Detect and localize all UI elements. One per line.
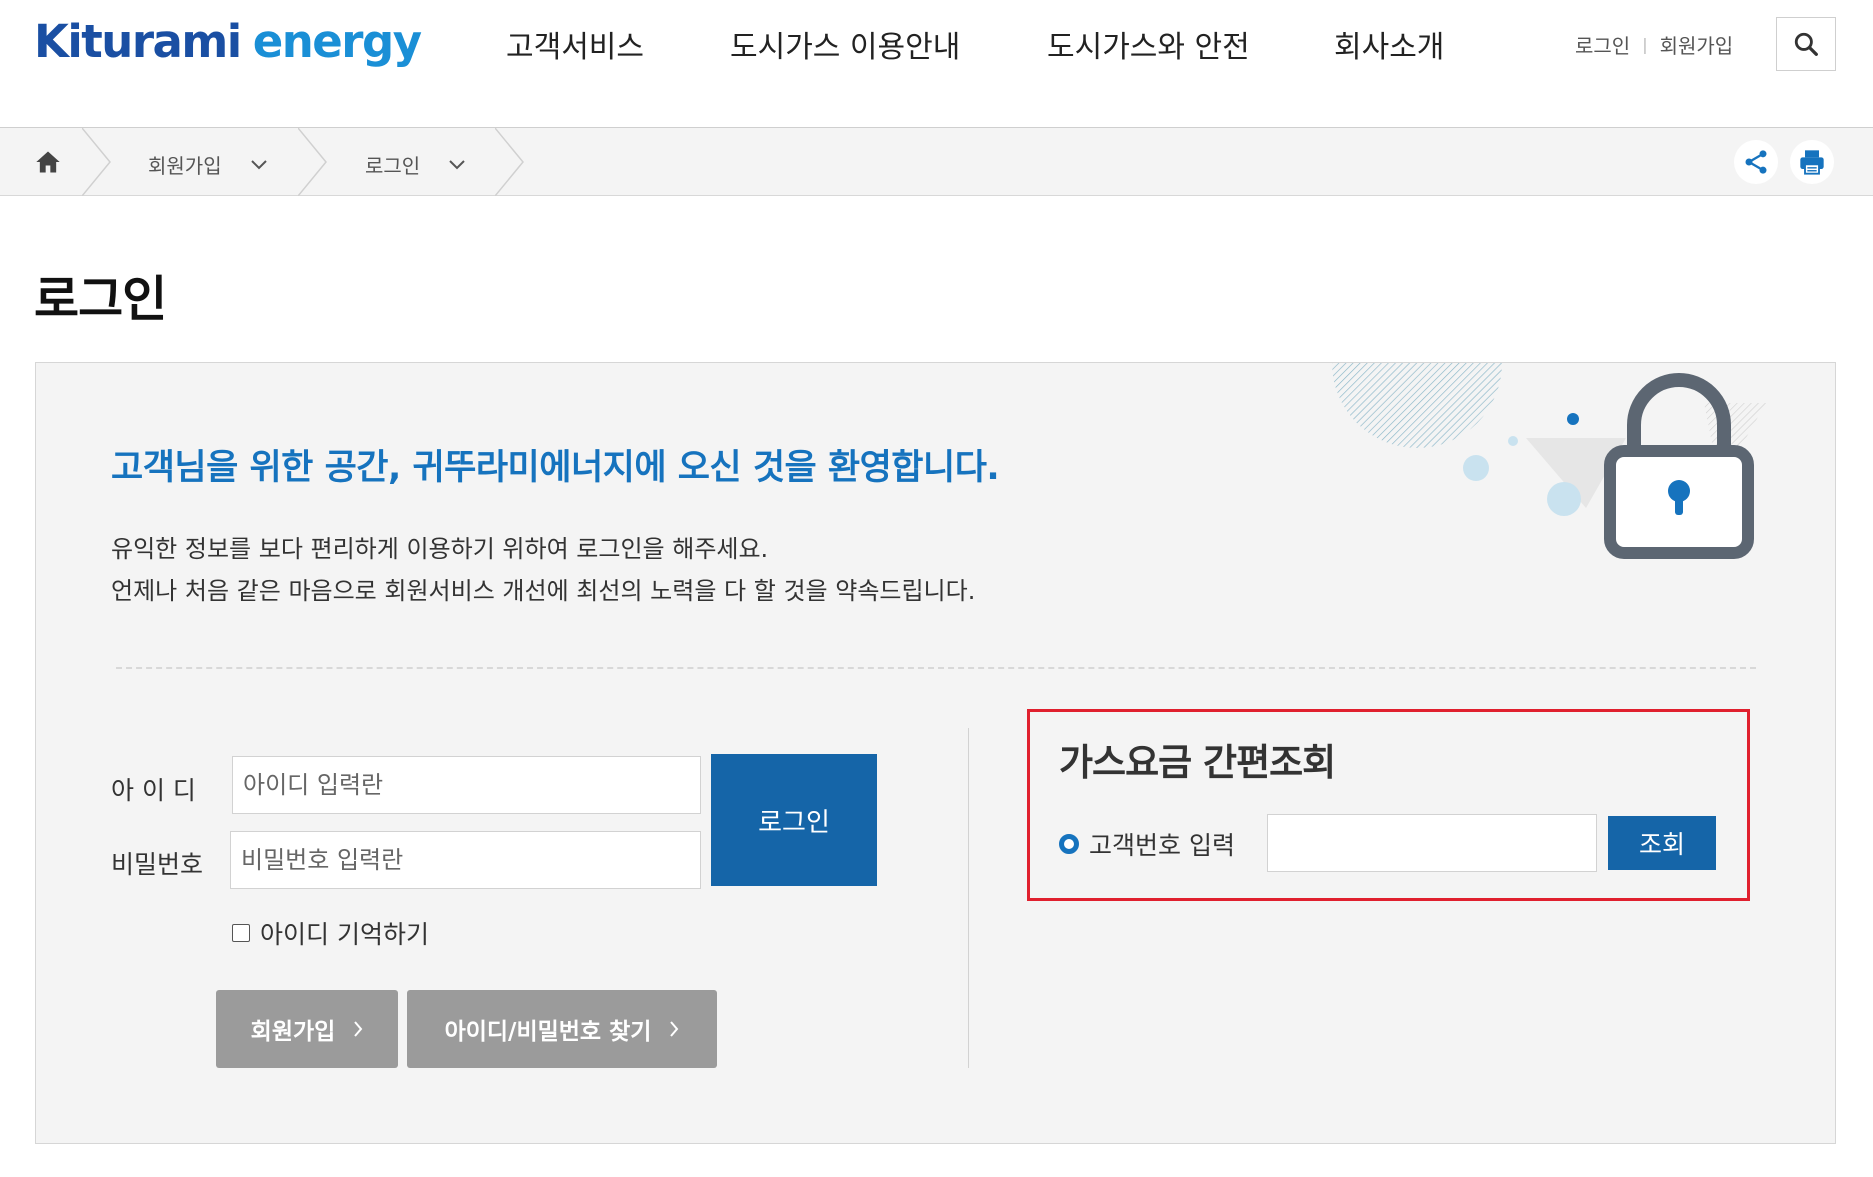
quick-lookup-title: 가스요금 간편조회: [1059, 741, 1336, 784]
chevron-right-icon: [670, 1021, 679, 1037]
breadcrumb-item-label: 로그인: [365, 154, 421, 178]
share-icon: [1745, 150, 1767, 174]
id-label: 아 이 디: [111, 776, 196, 805]
gas-bill-quick-lookup: 가스요금 간편조회 고객번호 입력 조회: [1027, 709, 1750, 901]
breadcrumb-item-login[interactable]: 로그인: [365, 150, 466, 179]
lookup-button[interactable]: 조회: [1608, 816, 1716, 870]
util-links: 로그인 | 회원가입: [1575, 30, 1733, 59]
search-icon: [1794, 32, 1818, 56]
home-icon[interactable]: [34, 148, 62, 176]
find-button-label: 아이디/비밀번호 찾기: [444, 1019, 652, 1045]
breadcrumb: 회원가입 로그인: [0, 128, 1873, 196]
page-title: 로그인: [34, 271, 167, 328]
search-button[interactable]: [1776, 17, 1836, 71]
breadcrumb-separator: [495, 128, 524, 196]
nav-item-customer-service[interactable]: 고객서비스: [506, 22, 644, 66]
checkbox-box[interactable]: [232, 924, 250, 942]
radio-selected-icon[interactable]: [1059, 834, 1079, 854]
lock-illustration: [1332, 363, 1766, 559]
divider: [116, 667, 1756, 669]
breadcrumb-item-join[interactable]: 회원가입: [148, 150, 268, 179]
util-separator: |: [1642, 35, 1648, 54]
breadcrumb-separator: [82, 128, 111, 196]
logo[interactable]: Kiturami energy: [34, 12, 422, 72]
id-input[interactable]: [232, 756, 701, 814]
remember-id-label: 아이디 기억하기: [260, 920, 429, 949]
chevron-right-icon: [354, 1021, 363, 1037]
chevron-down-icon: [250, 159, 267, 169]
print-icon: [1800, 150, 1824, 175]
share-button[interactable]: [1734, 140, 1778, 184]
util-join-link[interactable]: 회원가입: [1660, 30, 1734, 59]
find-id-password-button[interactable]: 아이디/비밀번호 찾기: [407, 990, 717, 1068]
nav-item-gas-safety[interactable]: 도시가스와 안전: [1047, 22, 1250, 66]
password-label: 비밀번호: [111, 850, 204, 879]
chevron-down-icon: [449, 159, 465, 169]
customer-number-input[interactable]: [1267, 814, 1597, 872]
site-header: Kiturami energy 고객서비스 도시가스 이용안내 도시가스와 안전…: [0, 0, 1873, 128]
remember-id-checkbox[interactable]: 아이디 기억하기: [232, 915, 429, 951]
password-input[interactable]: [230, 831, 701, 889]
customer-number-radio[interactable]: 고객번호 입력: [1059, 826, 1235, 862]
logo-brand: Kiturami: [34, 15, 242, 68]
customer-number-label: 고객번호 입력: [1089, 831, 1235, 860]
print-button[interactable]: [1790, 140, 1834, 184]
join-button[interactable]: 회원가입: [216, 990, 398, 1068]
vertical-divider: [968, 728, 969, 1068]
breadcrumb-item-label: 회원가입: [148, 154, 222, 178]
nav-item-company[interactable]: 회사소개: [1334, 22, 1444, 66]
join-button-label: 회원가입: [250, 1019, 336, 1045]
nav-item-gas-guide[interactable]: 도시가스 이용안내: [730, 22, 960, 66]
description-line: 유익한 정보를 보다 편리하게 이용하기 위하여 로그인을 해주세요.: [111, 535, 769, 563]
login-description: 유익한 정보를 보다 편리하게 이용하기 위하여 로그인을 해주세요. 언제나 …: [111, 528, 975, 612]
breadcrumb-separator: [298, 128, 327, 196]
login-button[interactable]: 로그인: [711, 754, 877, 886]
description-line: 언제나 처음 같은 마음으로 회원서비스 개선에 최선의 노력을 다 할 것을 …: [111, 577, 976, 605]
util-login-link[interactable]: 로그인: [1575, 30, 1630, 59]
logo-sub: energy: [252, 15, 422, 68]
welcome-heading: 고객님을 위한 공간, 귀뚜라미에너지에 오신 것을 환영합니다.: [111, 448, 1000, 488]
login-panel: 고객님을 위한 공간, 귀뚜라미에너지에 오신 것을 환영합니다. 유익한 정보…: [35, 362, 1836, 1144]
